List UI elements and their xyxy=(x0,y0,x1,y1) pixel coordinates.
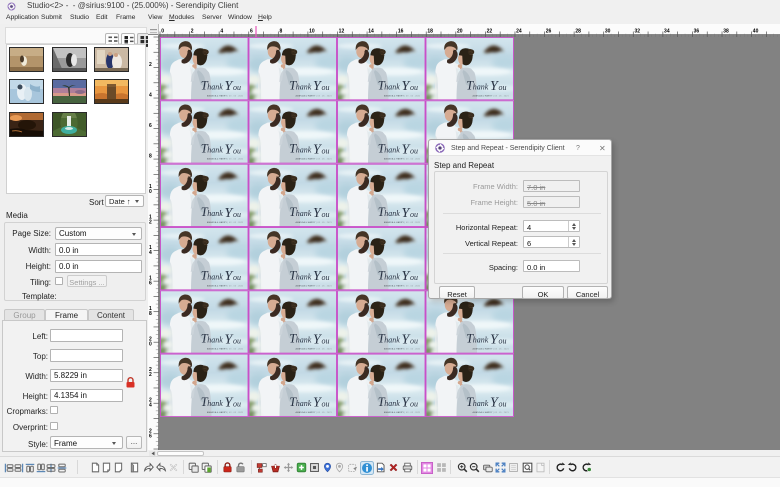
svg-text:32: 32 xyxy=(634,29,640,35)
svg-text:4: 4 xyxy=(220,29,223,35)
svg-text:2: 2 xyxy=(149,372,152,378)
svg-text:0: 0 xyxy=(161,29,164,35)
svg-text:22: 22 xyxy=(487,29,493,35)
svg-text:8: 8 xyxy=(280,29,283,35)
svg-text:0: 0 xyxy=(149,189,152,195)
svg-text:20: 20 xyxy=(457,29,463,35)
svg-text:6: 6 xyxy=(149,281,152,287)
svg-text:6: 6 xyxy=(149,123,152,129)
svg-text:4: 4 xyxy=(149,403,152,409)
svg-text:2: 2 xyxy=(149,220,152,226)
svg-text:18: 18 xyxy=(427,29,433,35)
svg-text:2: 2 xyxy=(149,62,152,68)
svg-text:30: 30 xyxy=(605,29,611,35)
svg-text:14: 14 xyxy=(368,29,374,35)
svg-text:4: 4 xyxy=(149,93,152,99)
svg-text:16: 16 xyxy=(398,29,404,35)
svg-text:26: 26 xyxy=(546,29,552,35)
svg-text:4: 4 xyxy=(149,250,152,256)
svg-text:6: 6 xyxy=(149,433,152,439)
svg-text:38: 38 xyxy=(723,29,729,35)
svg-text:2: 2 xyxy=(191,29,194,35)
svg-text:36: 36 xyxy=(694,29,700,35)
svg-text:8: 8 xyxy=(149,154,152,160)
svg-text:0: 0 xyxy=(149,342,152,348)
svg-text:12: 12 xyxy=(339,29,345,35)
svg-text:40: 40 xyxy=(753,29,759,35)
svg-text:6: 6 xyxy=(250,29,253,35)
svg-text:34: 34 xyxy=(664,29,670,35)
svg-text:8: 8 xyxy=(149,311,152,317)
svg-text:24: 24 xyxy=(516,29,522,35)
svg-text:10: 10 xyxy=(309,29,315,35)
svg-text:28: 28 xyxy=(575,29,581,35)
